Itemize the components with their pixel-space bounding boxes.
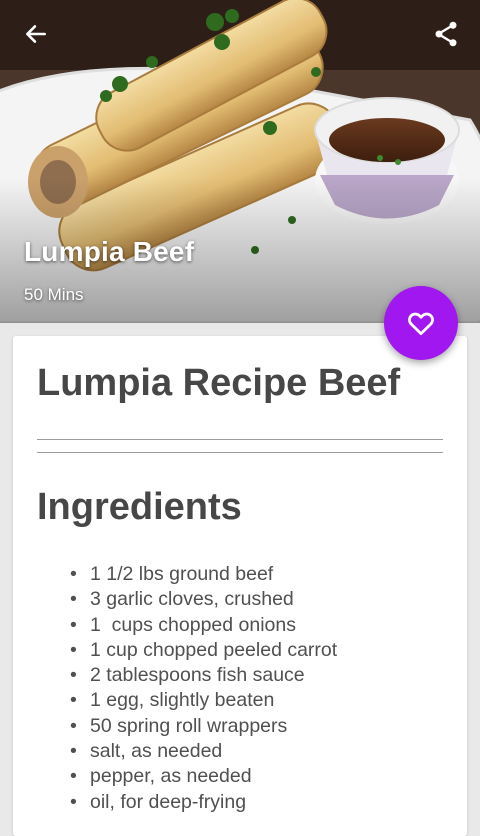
ingredient-item: 3 garlic cloves, crushed (53, 587, 337, 613)
arrow-left-icon (26, 25, 46, 43)
heart-outline-icon (408, 312, 434, 335)
favorite-button[interactable] (384, 286, 458, 360)
ingredient-item: pepper, as needed (53, 764, 337, 790)
recipe-card: Lumpia Recipe Beef Ingredients 1 1/2 lbs… (13, 336, 467, 836)
ingredient-item: 50 spring roll wrappers (53, 714, 337, 740)
lumpia-photo (0, 0, 480, 323)
share-icon (435, 21, 457, 47)
share-button[interactable] (426, 14, 466, 54)
back-button[interactable] (16, 14, 56, 54)
ingredient-item: 2 tablespoons fish sauce (53, 663, 337, 689)
divider (37, 439, 443, 440)
recipe-name: Lumpia Beef (24, 236, 195, 267)
ingredient-item: 1 cup chopped peeled carrot (53, 638, 337, 664)
ingredient-item: 1 egg, slightly beaten (53, 688, 337, 714)
divider (37, 452, 443, 453)
ingredient-item: 1 1/2 lbs ground beef (53, 562, 337, 588)
recipe-hero-image: Lumpia Beef 50 Mins (0, 0, 480, 323)
ingredient-item: oil, for deep-frying (53, 790, 337, 816)
ingredient-item: salt, as needed (53, 739, 337, 765)
ingredients-heading: Ingredients (37, 486, 242, 528)
ingredients-list: 1 1/2 lbs ground beef 3 garlic cloves, c… (53, 562, 337, 815)
ingredient-item: 1 cups chopped onions (53, 613, 337, 639)
cook-time: 50 Mins (24, 285, 84, 304)
recipe-title: Lumpia Recipe Beef (37, 362, 401, 404)
